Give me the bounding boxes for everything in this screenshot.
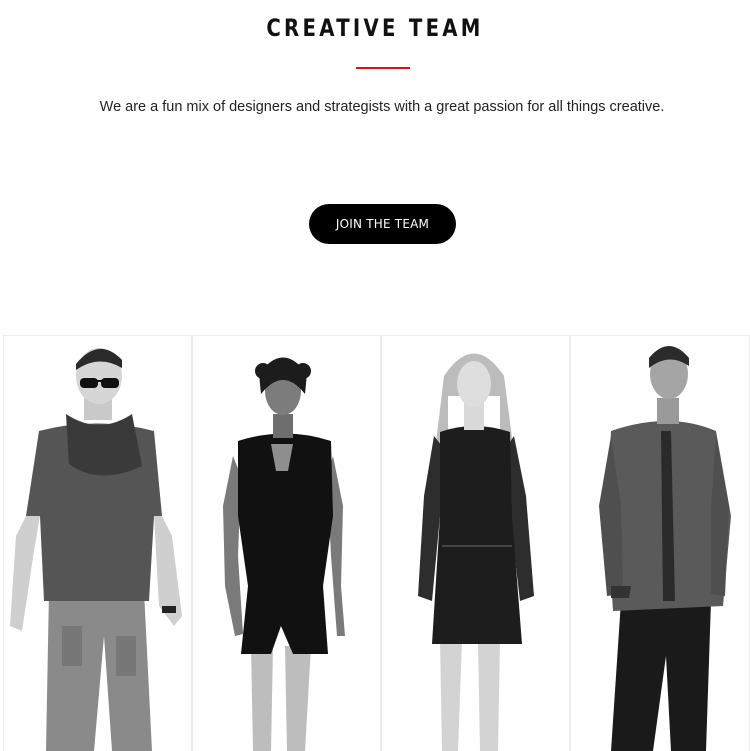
team-member-card[interactable] (3, 336, 192, 751)
man-sunglasses-scarf-photo (10, 348, 182, 751)
man-blazer-photo (599, 346, 731, 751)
team-member-card[interactable] (192, 336, 381, 751)
title-divider (356, 67, 410, 69)
team-member-card[interactable] (570, 336, 750, 751)
woman-black-cutout-dress-photo (223, 357, 345, 751)
team-grid (3, 335, 750, 751)
section-subtitle: We are a fun mix of designers and strate… (99, 99, 665, 115)
team-member-card[interactable] (381, 336, 570, 751)
section-title: CREATIVE TEAM (266, 14, 484, 42)
woman-lace-dress-photo (418, 353, 534, 751)
join-team-button[interactable]: JOIN THE TEAM (309, 204, 456, 244)
